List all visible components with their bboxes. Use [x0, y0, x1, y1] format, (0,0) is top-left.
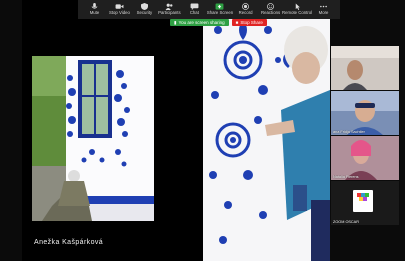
more-label: More	[318, 10, 329, 15]
participant-name: ana Fridja Sachtler	[333, 130, 365, 134]
slide-caption: Anežka Kašpárková	[34, 239, 104, 246]
chat-icon	[190, 3, 199, 10]
remote-control-icon	[295, 3, 300, 10]
chat-label: Chat	[189, 10, 199, 15]
stop-share-label: Stop Share	[240, 19, 263, 25]
painter-photo	[203, 0, 330, 261]
participants-button[interactable]: Participants	[157, 2, 182, 16]
participant-tile[interactable]	[331, 46, 399, 90]
participant-name: Natalia Fierens	[333, 175, 359, 179]
stop-icon: ■	[235, 19, 239, 25]
zoom-oscar-logo	[353, 190, 373, 212]
sharing-text: You are screen sharing	[178, 19, 225, 25]
chat-button[interactable]: Chat	[182, 2, 207, 16]
participant-video	[331, 46, 399, 90]
participants-label: Participants	[158, 10, 181, 15]
participant-tile[interactable]: ana Fridja Sachtler	[331, 91, 399, 135]
remote-control-label: Remote Control	[282, 10, 313, 15]
painted-house-photo	[32, 56, 154, 221]
screen-share-banner: ▮ You are screen sharing ■ Stop Share	[170, 18, 267, 26]
security-button[interactable]: Security	[132, 2, 157, 16]
remote-control-button[interactable]: Remote Control	[282, 2, 313, 16]
participant-video	[331, 136, 399, 180]
video-camera-icon	[115, 4, 124, 9]
participant-gallery: ana Fridja Sachtler Natalia Fierens ZOOM…	[331, 46, 399, 226]
record-button[interactable]: Record	[233, 2, 258, 16]
mute-label: Mute	[89, 10, 100, 15]
meeting-toolbar: Mute Stop Video Security Participants Ch…	[78, 0, 340, 19]
record-label: Record	[238, 10, 253, 15]
more-button[interactable]: More	[311, 2, 336, 16]
participant-video	[331, 91, 399, 135]
reactions-label: Reactions	[261, 10, 281, 15]
share-screen-icon	[216, 3, 224, 10]
record-icon	[242, 3, 250, 10]
more-icon	[320, 5, 327, 8]
participant-name: ZOOM OSCAR	[333, 220, 359, 224]
stop-video-button[interactable]: Stop Video	[107, 2, 132, 16]
share-screen-button[interactable]: Share Screen	[207, 2, 233, 16]
participant-tile[interactable]: Natalia Fierens	[331, 136, 399, 180]
microphone-icon	[91, 3, 98, 9]
participant-tile[interactable]: ZOOM OSCAR	[331, 181, 399, 225]
share-status-icon: ▮	[174, 19, 177, 25]
stop-share-button[interactable]: ■ Stop Share	[231, 18, 267, 26]
reactions-icon	[267, 3, 274, 10]
stop-video-label: Stop Video	[108, 10, 130, 15]
sharing-indicator[interactable]: ▮ You are screen sharing	[170, 18, 229, 26]
security-label: Security	[136, 10, 153, 15]
shield-icon	[140, 3, 148, 10]
reactions-button[interactable]: Reactions	[258, 2, 283, 16]
mute-button[interactable]: Mute	[82, 2, 107, 16]
share-screen-label: Share Screen	[206, 10, 234, 15]
participants-icon	[165, 3, 173, 10]
logo-icon	[357, 193, 369, 201]
